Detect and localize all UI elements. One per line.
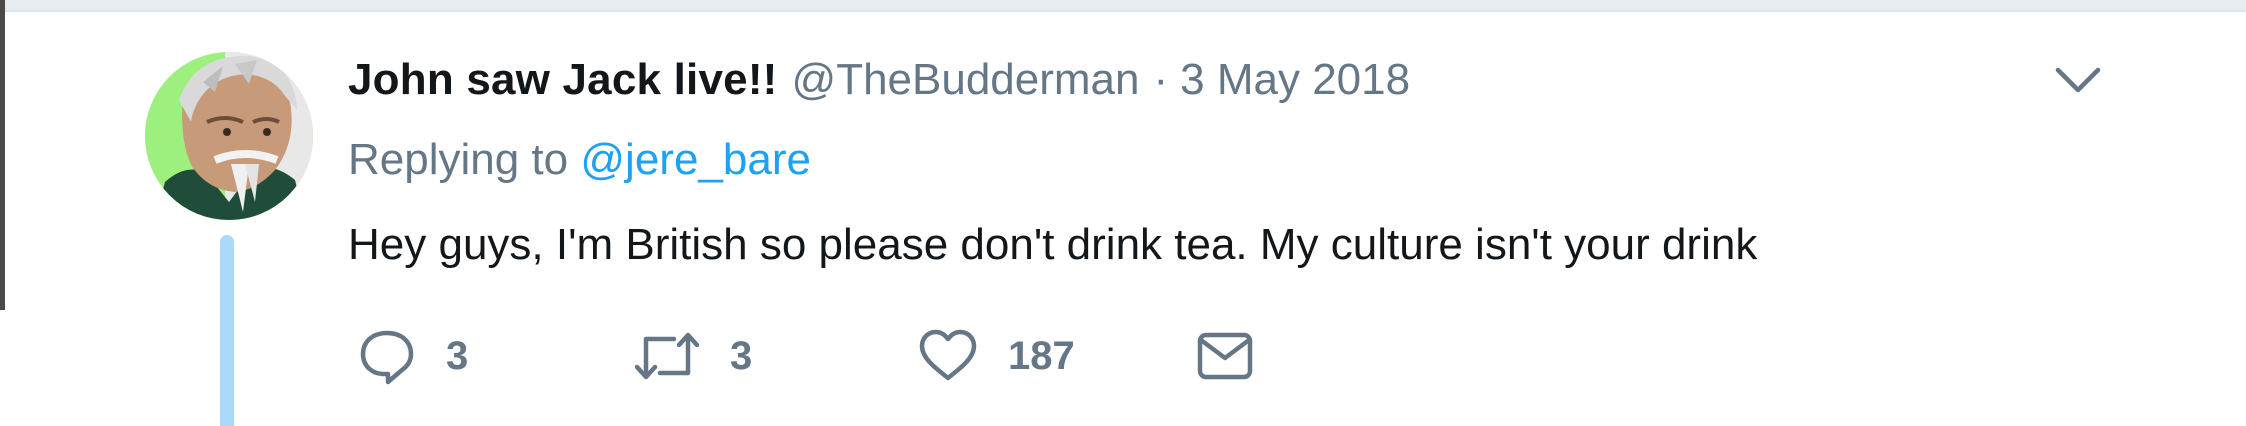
- replying-prefix: Replying to: [348, 135, 569, 184]
- header-separator: ·: [1153, 55, 1169, 104]
- tweet-text: Hey guys, I'm British so please don't dr…: [348, 220, 1758, 269]
- envelope-icon: [1197, 332, 1253, 380]
- retweet-button[interactable]: 3: [634, 320, 752, 392]
- reply-icon: [360, 330, 414, 385]
- like-count: 187: [1008, 333, 1075, 378]
- top-divider: [0, 0, 2246, 12]
- tweet-date[interactable]: 3 May 2018: [1180, 50, 1410, 110]
- display-name[interactable]: John saw Jack live!!: [348, 50, 778, 110]
- retweet-count: 3: [730, 333, 753, 378]
- thread-line: [220, 235, 234, 426]
- replying-to-mention[interactable]: @jere_bare: [580, 135, 811, 184]
- retweet-icon: [634, 332, 700, 380]
- reply-button[interactable]: 3: [358, 320, 468, 392]
- avatar[interactable]: [145, 52, 313, 220]
- more-options-button[interactable]: [2052, 60, 2104, 100]
- like-button[interactable]: 187: [918, 320, 1075, 392]
- replying-to-line: Replying to @jere_bare: [348, 132, 811, 188]
- tweet-header: John saw Jack live!! @TheBudderman · 3 M…: [348, 50, 1410, 110]
- user-handle[interactable]: @TheBudderman: [792, 50, 1140, 110]
- reply-count: 3: [446, 333, 469, 378]
- avatar-image: [145, 52, 313, 220]
- tweet-page: John saw Jack live!! @TheBudderman · 3 M…: [0, 0, 2246, 426]
- direct-message-button[interactable]: [1196, 320, 1254, 392]
- window-edge: [0, 0, 5, 310]
- heart-icon: [919, 329, 977, 381]
- chevron-down-icon: [2055, 67, 2101, 93]
